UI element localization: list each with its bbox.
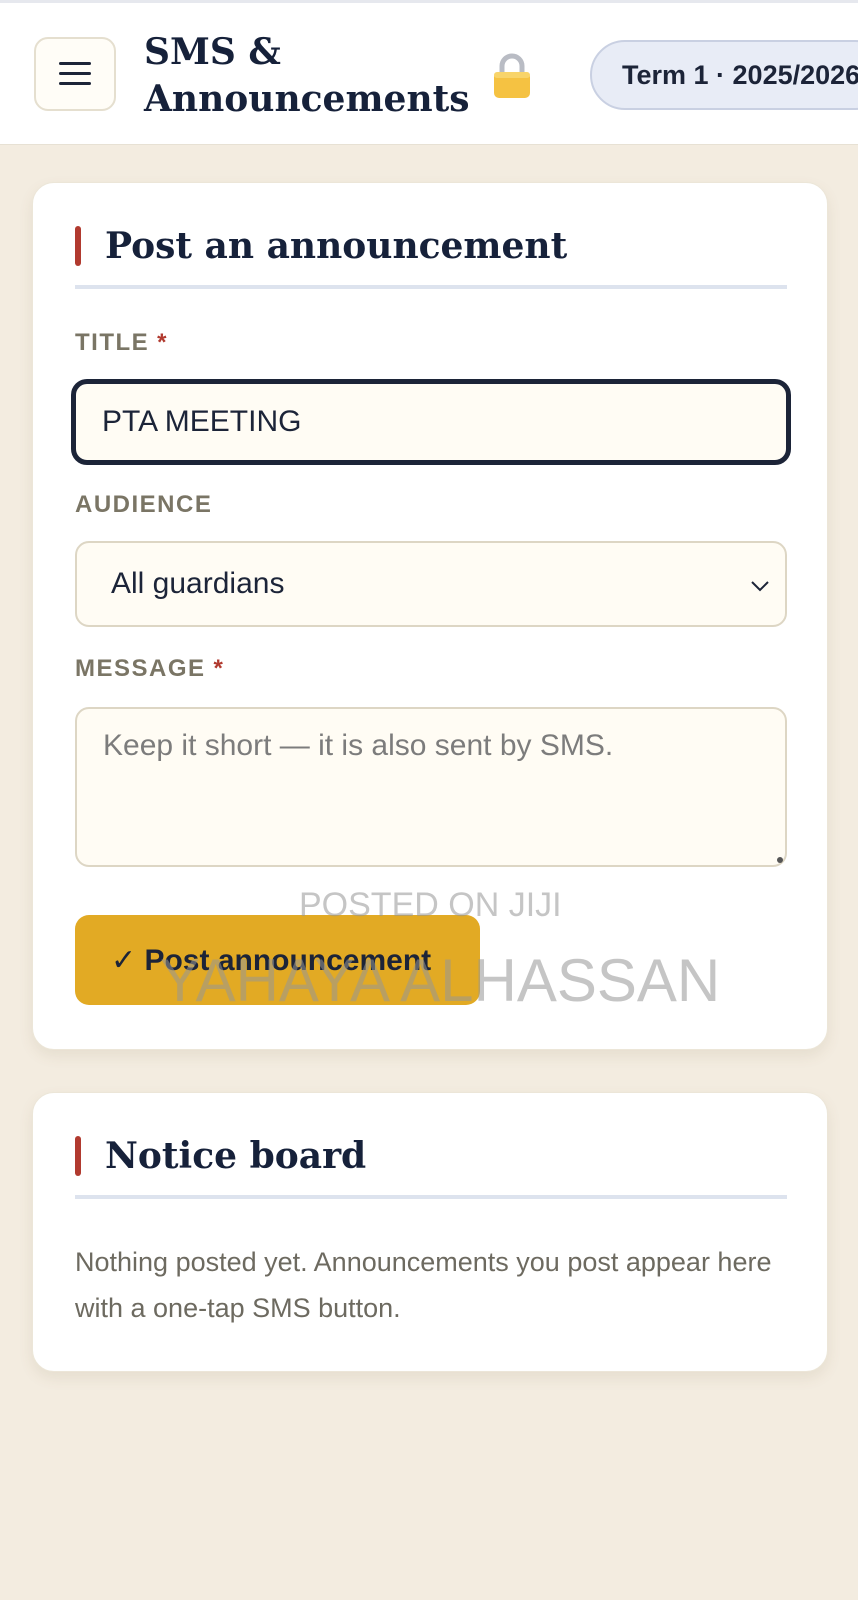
term-selector[interactable]: Term 1 · 2025/2026	[590, 40, 858, 110]
hamburger-menu-icon	[59, 61, 91, 87]
title-label: TITLE *	[75, 329, 168, 356]
required-marker: *	[213, 655, 225, 682]
watermark-line-1: POSTED ON JIJI	[299, 886, 562, 924]
message-placeholder: Keep it short — it is also sent by SMS.	[103, 729, 614, 762]
watermark-line-2: YAHAYA ALHASSAN	[160, 947, 721, 1014]
lock-icon	[494, 53, 530, 98]
page-title: SMS & Announcements	[144, 31, 470, 120]
notice-board-heading: Notice board	[105, 1135, 367, 1177]
message-label: MESSAGE *	[75, 655, 225, 682]
audience-label: AUDIENCE	[75, 491, 213, 518]
chevron-down-icon	[751, 581, 769, 592]
audience-select[interactable]: All guardians	[75, 541, 787, 627]
message-textarea[interactable]: Keep it short — it is also sent by SMS.	[75, 707, 787, 867]
required-marker: *	[157, 329, 168, 356]
title-input-value: PTA MEETING	[102, 405, 302, 438]
title-input[interactable]: PTA MEETING	[71, 379, 791, 465]
post-announcement-heading: Post an announcement	[105, 225, 568, 267]
empty-state-text: Nothing posted yet. Announcements you po…	[75, 1247, 772, 1323]
term-label: Term 1 · 2025/2026	[622, 59, 858, 90]
top-bar: SMS & Announcements Term 1 · 2025/2026	[0, 0, 858, 145]
heading-accent-bar	[75, 226, 81, 266]
audience-selected-value: All guardians	[111, 567, 285, 600]
card-heading: Post an announcement	[75, 225, 787, 289]
notice-board-card: Notice board Nothing posted yet. Announc…	[32, 1092, 828, 1372]
heading-accent-bar	[75, 1136, 81, 1176]
card-heading: Notice board	[75, 1135, 787, 1199]
menu-button[interactable]	[34, 37, 116, 111]
resize-handle[interactable]	[777, 857, 783, 863]
